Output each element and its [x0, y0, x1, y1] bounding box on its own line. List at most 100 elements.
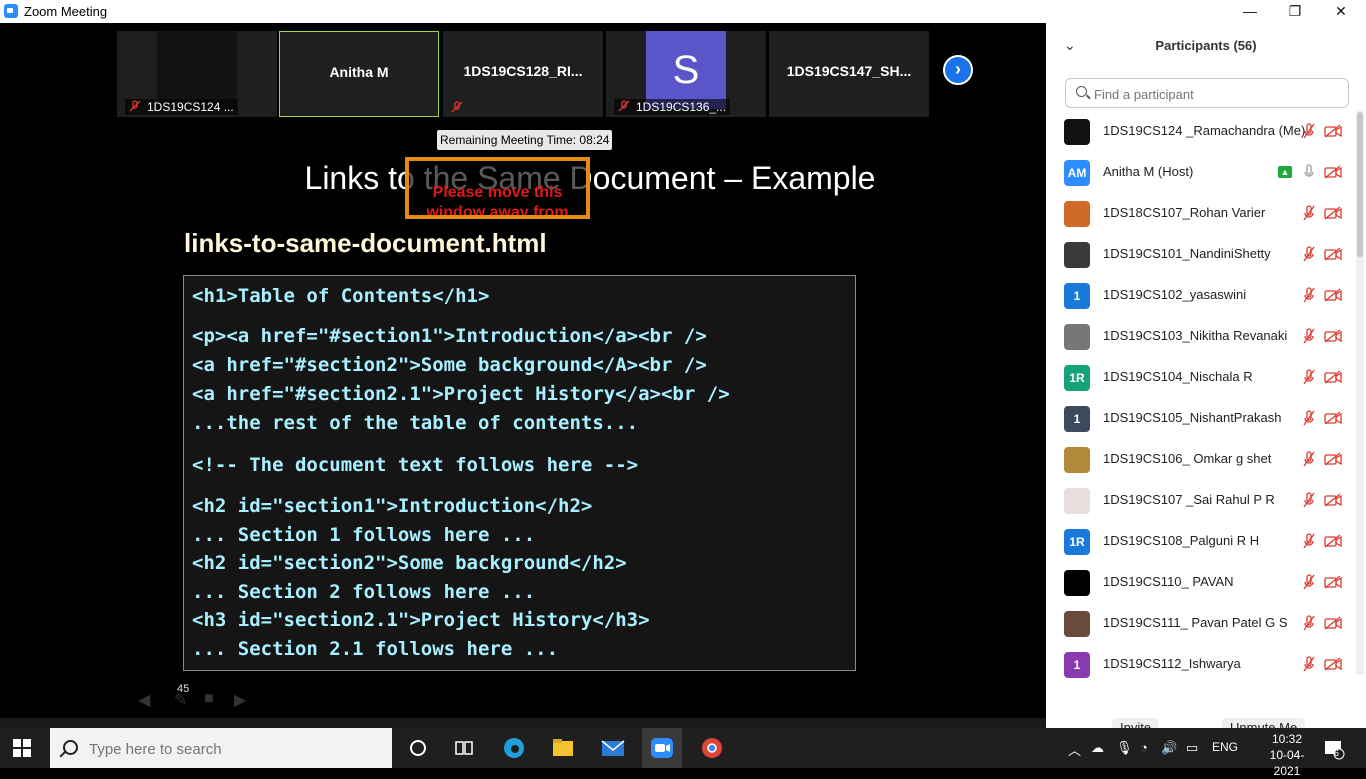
- minimize-button[interactable]: —: [1227, 0, 1273, 23]
- mail-icon[interactable]: [600, 736, 626, 760]
- avatar: [1064, 242, 1090, 268]
- mic-muted-icon[interactable]: [1302, 574, 1316, 590]
- video-off-icon[interactable]: [1324, 534, 1342, 548]
- close-button[interactable]: ✕: [1318, 0, 1364, 23]
- video-off-icon[interactable]: [1324, 247, 1342, 261]
- participant-name: 1DS19CS102_yasaswini: [1103, 287, 1247, 302]
- wifi-icon[interactable]: ◔: [1140, 740, 1148, 755]
- mic-muted-icon[interactable]: [1302, 328, 1316, 344]
- participant-row[interactable]: 1DS19CS106_ Omkar g shet: [1046, 439, 1356, 480]
- onedrive-icon[interactable]: ☁: [1091, 740, 1104, 756]
- mic-muted-icon[interactable]: [1302, 410, 1316, 426]
- avatar: [1064, 119, 1090, 145]
- tile-name: 1DS19CS128_RI...: [463, 63, 583, 79]
- chrome-icon[interactable]: [699, 736, 725, 760]
- zoom-taskbar-active[interactable]: [642, 728, 682, 768]
- mic-icon[interactable]: [1302, 164, 1316, 180]
- video-off-icon[interactable]: [1324, 411, 1342, 425]
- volume-icon[interactable]: 🔊: [1161, 740, 1177, 756]
- participant-name: 1DS19CS108_Palguni R H: [1103, 533, 1260, 548]
- windows-start-icon[interactable]: [13, 739, 31, 757]
- participant-name: Anitha M (Host): [1103, 164, 1194, 179]
- video-off-icon[interactable]: [1324, 124, 1342, 138]
- mic-muted-icon[interactable]: [1302, 656, 1316, 672]
- video-off-icon[interactable]: [1324, 452, 1342, 466]
- mic-muted-icon: [451, 101, 463, 113]
- video-off-icon[interactable]: [1324, 575, 1342, 589]
- participant-search[interactable]: [1065, 78, 1349, 109]
- participant-row[interactable]: 1R 1DS19CS108_Palguni R H: [1046, 521, 1356, 562]
- tile-label-text: 1DS19CS124 ...: [147, 100, 234, 114]
- file-explorer-icon[interactable]: [550, 736, 576, 760]
- participant-name: 1DS19CS112_Ishwarya: [1103, 656, 1241, 671]
- edge-browser-icon[interactable]: [501, 736, 527, 760]
- code-comment: <!-- The document text follows here -->: [192, 454, 639, 476]
- mic-muted-icon[interactable]: [1302, 369, 1316, 385]
- mic-muted-icon: [129, 100, 141, 112]
- participants-scrollbar[interactable]: [1356, 110, 1364, 675]
- video-off-icon[interactable]: [1324, 165, 1342, 179]
- taskbar-search[interactable]: [50, 728, 392, 770]
- participant-name: 1DS19CS104_Nischala R: [1103, 369, 1253, 384]
- participant-row[interactable]: 1DS19CS111_ Pavan Patel G S: [1046, 603, 1356, 644]
- video-off-icon[interactable]: [1324, 329, 1342, 343]
- participant-row[interactable]: 1DS18CS107_Rohan Varier: [1046, 193, 1356, 234]
- tile-label: 1DS19CS136_...: [614, 99, 731, 115]
- participant-row[interactable]: 1DS19CS110_ PAVAN: [1046, 562, 1356, 603]
- participant-row[interactable]: AM Anitha M (Host) ▲: [1046, 152, 1356, 193]
- participant-name: 1DS19CS103_Nikitha Revanaki: [1103, 328, 1288, 343]
- mic-muted-icon[interactable]: [1302, 287, 1316, 303]
- mic-muted-icon[interactable]: [1302, 492, 1316, 508]
- restore-button[interactable]: ❐: [1272, 0, 1318, 23]
- language-indicator[interactable]: ENG: [1212, 740, 1238, 754]
- mic-muted-icon[interactable]: [1302, 451, 1316, 467]
- clock-time: 10:32: [1271, 732, 1303, 746]
- slides-menu-icon[interactable]: ■: [204, 690, 214, 708]
- task-view-icon[interactable]: [451, 736, 477, 760]
- clock-date: 10-04-2021: [1269, 748, 1305, 778]
- taskbar-search-input[interactable]: [87, 728, 381, 770]
- video-off-icon[interactable]: [1324, 206, 1342, 220]
- participant-row[interactable]: 1DS19CS101_NandiniShetty: [1046, 234, 1356, 275]
- mic-muted-icon[interactable]: [1302, 533, 1316, 549]
- mic-muted-icon: [618, 100, 630, 112]
- microphone-icon[interactable]: 🎙: [1116, 740, 1133, 756]
- mic-muted-icon[interactable]: [1302, 246, 1316, 262]
- show-hidden-icons[interactable]: ︿: [1068, 740, 1081, 759]
- participant-row[interactable]: 1DS19CS124 _Ramachandra (Me): [1046, 111, 1356, 152]
- participant-row[interactable]: 1R 1DS19CS104_Nischala R: [1046, 357, 1356, 398]
- video-off-icon[interactable]: [1324, 493, 1342, 507]
- next-page-button[interactable]: ›: [943, 55, 973, 85]
- participant-row[interactable]: 1DS19CS103_Nikitha Revanaki: [1046, 316, 1356, 357]
- participant-row[interactable]: 1 1DS19CS105_NishantPrakash: [1046, 398, 1356, 439]
- mic-muted-icon[interactable]: [1302, 123, 1316, 139]
- mic-muted-icon[interactable]: [1302, 615, 1316, 631]
- video-tile[interactable]: 1DS19CS128_RI...: [443, 31, 603, 117]
- cortana-icon[interactable]: [405, 736, 431, 760]
- participant-row[interactable]: 1 1DS19CS112_Ishwarya: [1046, 644, 1356, 685]
- video-off-icon[interactable]: [1324, 370, 1342, 384]
- video-tile-active-speaker[interactable]: Anitha M: [279, 31, 439, 117]
- participant-search-input[interactable]: [1092, 79, 1346, 109]
- video-off-icon[interactable]: [1324, 288, 1342, 302]
- avatar: [1064, 488, 1090, 514]
- avatar: 1R: [1064, 529, 1090, 555]
- participant-row[interactable]: 1DS19CS107 _Sai Rahul P R: [1046, 480, 1356, 521]
- video-off-icon[interactable]: [1324, 657, 1342, 671]
- participant-row[interactable]: 1 1DS19CS102_yasaswini: [1046, 275, 1356, 316]
- scrollbar-thumb[interactable]: [1357, 112, 1363, 257]
- video-tile[interactable]: S 1DS19CS136_...: [606, 31, 766, 117]
- participant-name: 1DS19CS107 _Sai Rahul P R: [1103, 492, 1275, 507]
- video-tile[interactable]: 1DS19CS124 ...: [117, 31, 277, 117]
- participant-name: 1DS19CS106_ Omkar g shet: [1103, 451, 1272, 466]
- mic-muted-icon[interactable]: [1302, 205, 1316, 221]
- participant-name: 1DS19CS124 _Ramachandra (Me): [1103, 123, 1306, 138]
- battery-icon[interactable]: ▭: [1186, 740, 1198, 756]
- video-tile[interactable]: 1DS19CS147_SH...: [769, 31, 929, 117]
- video-off-icon[interactable]: [1324, 616, 1342, 630]
- prev-slide-icon[interactable]: ◀: [138, 690, 150, 710]
- system-clock[interactable]: 10:32 10-04-2021: [1262, 731, 1312, 779]
- avatar-letter: S: [646, 31, 726, 109]
- avatar: 1R: [1064, 365, 1090, 391]
- next-slide-icon[interactable]: ▶: [234, 690, 246, 710]
